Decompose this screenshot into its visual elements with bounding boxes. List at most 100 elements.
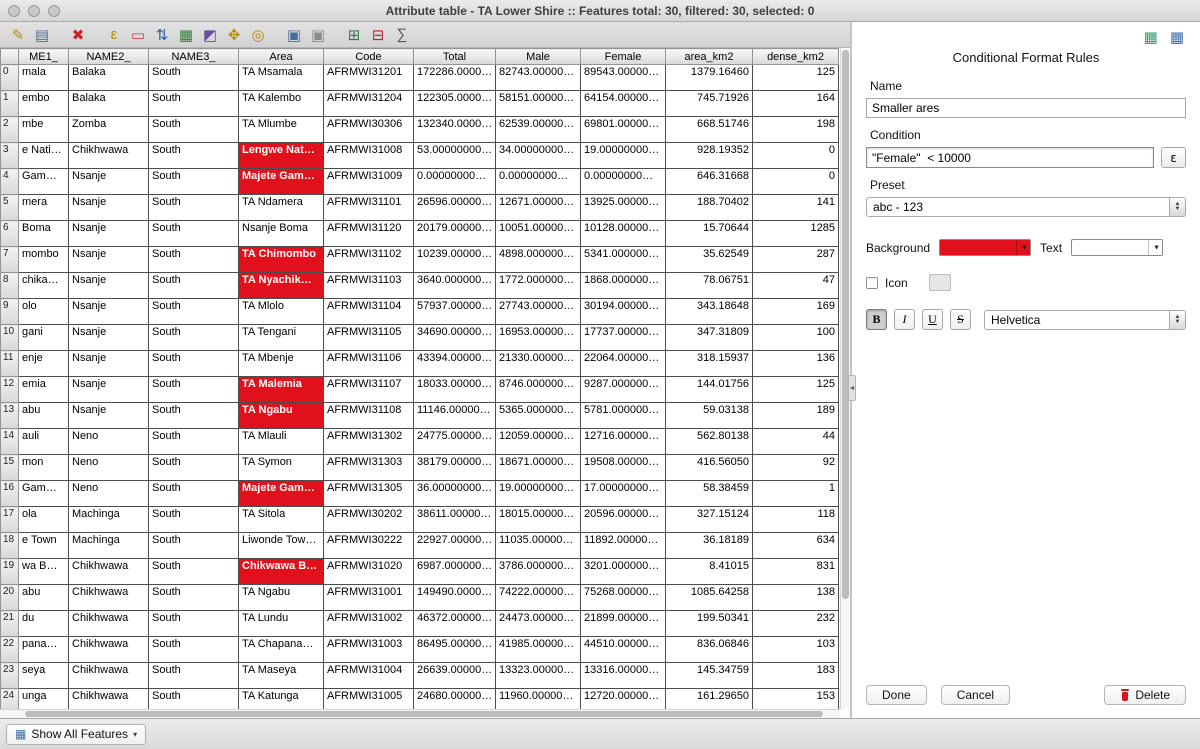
cell[interactable]: 27743.00000…: [496, 299, 581, 325]
cell[interactable]: 1868.000000…: [581, 273, 666, 299]
cell[interactable]: 47: [753, 273, 839, 299]
cell[interactable]: 75268.00000…: [581, 585, 666, 611]
cell[interactable]: South: [149, 663, 239, 689]
cell[interactable]: 562.80138: [666, 429, 753, 455]
cell[interactable]: Majete Gam…: [239, 169, 324, 195]
cell[interactable]: Gam…: [19, 481, 69, 507]
cell[interactable]: 12716.00000…: [581, 429, 666, 455]
cell[interactable]: 6987.000000…: [414, 559, 496, 585]
cell[interactable]: 58.38459: [666, 481, 753, 507]
cell[interactable]: mala: [19, 65, 69, 91]
row-number[interactable]: 3: [1, 143, 19, 169]
cell[interactable]: Gam…: [19, 169, 69, 195]
cell[interactable]: 21330.00000…: [496, 351, 581, 377]
cell[interactable]: 10128.00000…: [581, 221, 666, 247]
cell[interactable]: 183: [753, 663, 839, 689]
cell[interactable]: 1772.000000…: [496, 273, 581, 299]
cell[interactable]: Chikhwawa: [69, 663, 149, 689]
column-header-male[interactable]: Male: [496, 49, 581, 65]
zoom-to-selected-icon[interactable]: ◎: [246, 24, 270, 46]
cell[interactable]: AFRMWI31104: [324, 299, 414, 325]
cell[interactable]: 26639.00000…: [414, 663, 496, 689]
cell[interactable]: 232: [753, 611, 839, 637]
cell[interactable]: 21899.00000…: [581, 611, 666, 637]
cell[interactable]: 1379.16460: [666, 65, 753, 91]
cell[interactable]: 74222.00000…: [496, 585, 581, 611]
cell[interactable]: 0: [753, 169, 839, 195]
cell[interactable]: 64154.00000…: [581, 91, 666, 117]
cell[interactable]: 125: [753, 377, 839, 403]
cell[interactable]: 122305.0000…: [414, 91, 496, 117]
delete-selected-features-icon[interactable]: ✖: [66, 24, 90, 46]
cell[interactable]: 646.31668: [666, 169, 753, 195]
cell[interactable]: AFRMWI31204: [324, 91, 414, 117]
cell[interactable]: du: [19, 611, 69, 637]
cell[interactable]: Chikhwawa: [69, 611, 149, 637]
row-number[interactable]: 11: [1, 351, 19, 377]
cell[interactable]: 668.51746: [666, 117, 753, 143]
cell[interactable]: Neno: [69, 481, 149, 507]
cell[interactable]: mon: [19, 455, 69, 481]
cell[interactable]: 86495.00000…: [414, 637, 496, 663]
cell[interactable]: 4898.000000…: [496, 247, 581, 273]
cancel-button[interactable]: Cancel: [941, 685, 1010, 705]
cell[interactable]: Chikwawa B…: [239, 559, 324, 585]
row-number[interactable]: 21: [1, 611, 19, 637]
cell[interactable]: 12059.00000…: [496, 429, 581, 455]
cell[interactable]: TA Nyachik…: [239, 273, 324, 299]
cell[interactable]: South: [149, 533, 239, 559]
row-number[interactable]: 23: [1, 663, 19, 689]
cell[interactable]: AFRMWI31009: [324, 169, 414, 195]
cell[interactable]: South: [149, 65, 239, 91]
cell[interactable]: Chikhwawa: [69, 559, 149, 585]
cell[interactable]: South: [149, 455, 239, 481]
cell[interactable]: 287: [753, 247, 839, 273]
cell[interactable]: 1285: [753, 221, 839, 247]
cell[interactable]: 15.70644: [666, 221, 753, 247]
cell[interactable]: 89543.00000…: [581, 65, 666, 91]
cell[interactable]: 5365.000000…: [496, 403, 581, 429]
font-select[interactable]: Helvetica ▲▼: [984, 310, 1186, 330]
cell[interactable]: auli: [19, 429, 69, 455]
cell[interactable]: Nsanje: [69, 377, 149, 403]
cell[interactable]: 16953.00000…: [496, 325, 581, 351]
cell[interactable]: abu: [19, 585, 69, 611]
underline-button[interactable]: U: [922, 309, 943, 330]
deselect-all-icon[interactable]: ▭: [126, 24, 150, 46]
save-edits-icon[interactable]: ▤: [30, 24, 54, 46]
cell[interactable]: TA Lundu: [239, 611, 324, 637]
cell[interactable]: South: [149, 91, 239, 117]
cell[interactable]: 69801.00000…: [581, 117, 666, 143]
cell[interactable]: South: [149, 377, 239, 403]
cell[interactable]: South: [149, 637, 239, 663]
cell[interactable]: 0.00000000…: [496, 169, 581, 195]
cell[interactable]: 198: [753, 117, 839, 143]
cell[interactable]: 36.18189: [666, 533, 753, 559]
cell[interactable]: 144.01756: [666, 377, 753, 403]
cell[interactable]: 8746.000000…: [496, 377, 581, 403]
cell[interactable]: 82743.00000…: [496, 65, 581, 91]
cell[interactable]: TA Malemia: [239, 377, 324, 403]
cell[interactable]: 62539.00000…: [496, 117, 581, 143]
cell[interactable]: 24775.00000…: [414, 429, 496, 455]
cell[interactable]: 78.06751: [666, 273, 753, 299]
cell[interactable]: AFRMWI31303: [324, 455, 414, 481]
cell[interactable]: AFRMWI30306: [324, 117, 414, 143]
cell[interactable]: 416.56050: [666, 455, 753, 481]
cell[interactable]: TA Maseya: [239, 663, 324, 689]
cell[interactable]: 118: [753, 507, 839, 533]
cell[interactable]: AFRMWI31003: [324, 637, 414, 663]
delete-field-icon[interactable]: ⊟: [366, 24, 390, 46]
cell[interactable]: South: [149, 247, 239, 273]
cell[interactable]: 10239.00000…: [414, 247, 496, 273]
cell[interactable]: South: [149, 195, 239, 221]
cell[interactable]: Nsanje Boma: [239, 221, 324, 247]
cell[interactable]: 136: [753, 351, 839, 377]
strikethrough-button[interactable]: S: [950, 309, 971, 330]
cell[interactable]: seya: [19, 663, 69, 689]
row-number[interactable]: 22: [1, 637, 19, 663]
row-number[interactable]: 2: [1, 117, 19, 143]
cell[interactable]: 22927.00000…: [414, 533, 496, 559]
cell[interactable]: 103: [753, 637, 839, 663]
cell[interactable]: 928.19352: [666, 143, 753, 169]
